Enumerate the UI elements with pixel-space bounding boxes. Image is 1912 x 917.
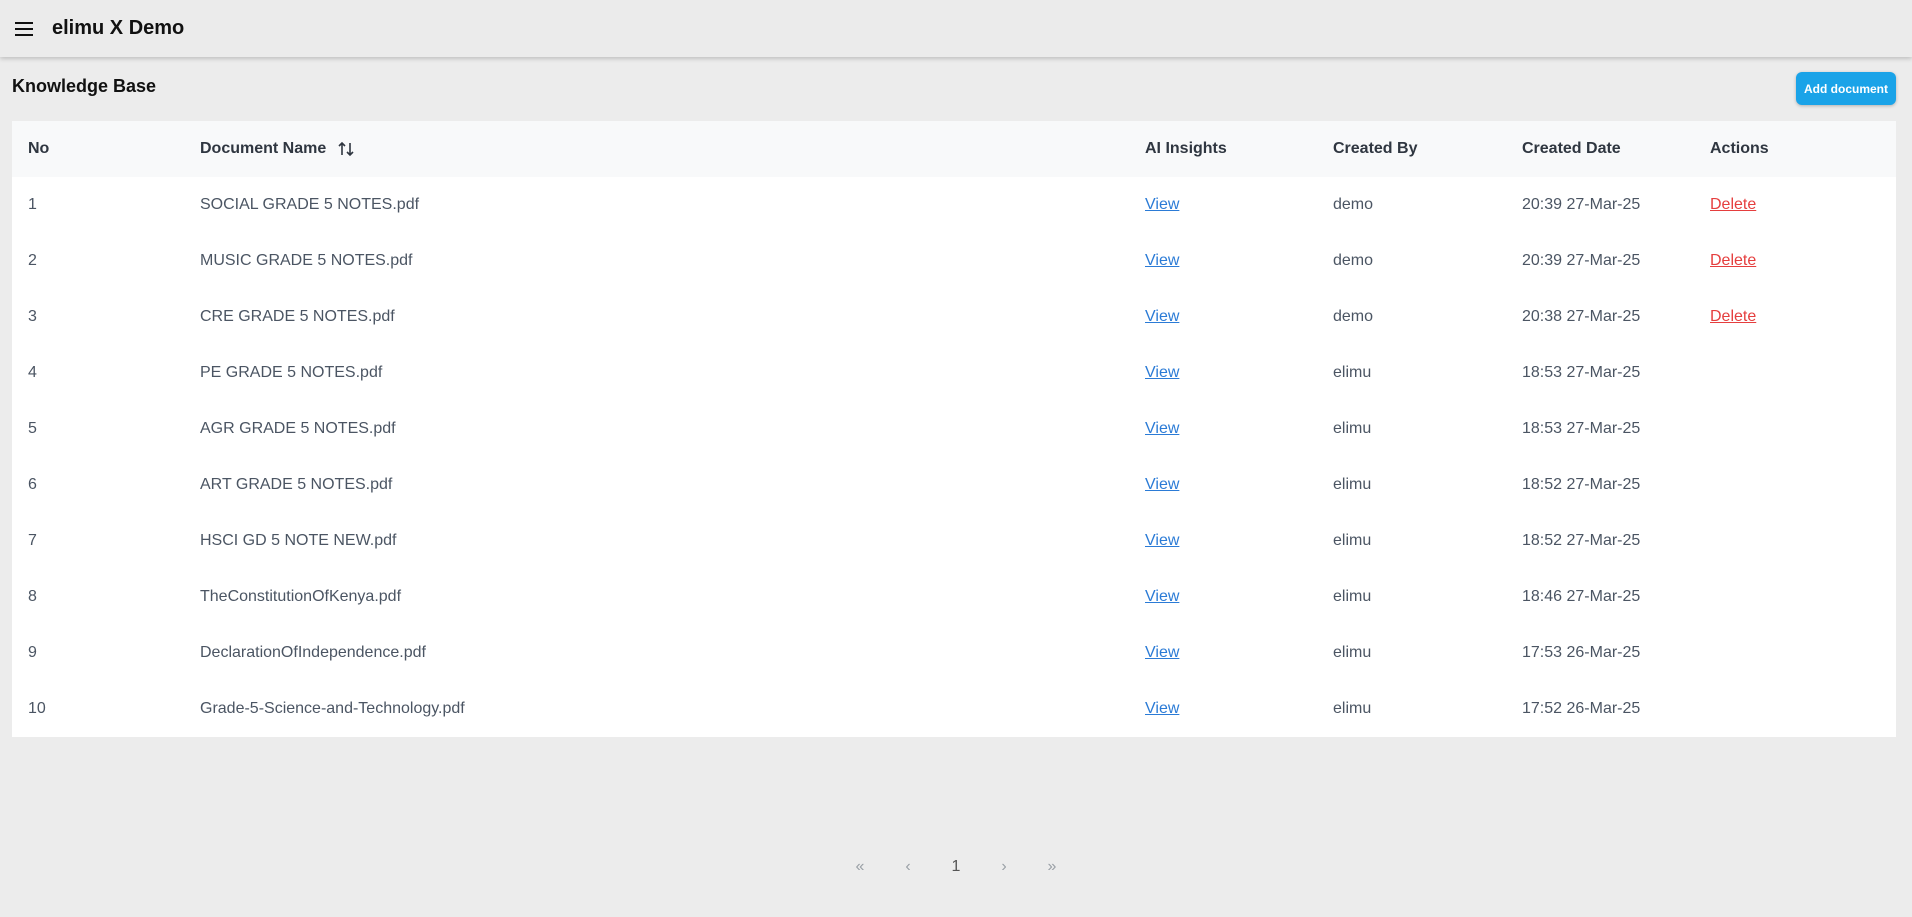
cell-created-by: demo	[1333, 252, 1374, 269]
cell-created-by: elimu	[1333, 476, 1372, 493]
cell-actions	[1694, 345, 1896, 401]
cell-document-name: HSCI GD 5 NOTE NEW.pdf	[200, 532, 397, 549]
cell-created-date: 18:52 27-Mar-25	[1522, 476, 1641, 493]
cell-no: 7	[28, 532, 37, 549]
cell-created-by: elimu	[1333, 700, 1372, 717]
cell-created-date: 18:53 27-Mar-25	[1522, 420, 1641, 437]
cell-created-date: 17:52 26-Mar-25	[1522, 700, 1641, 717]
documents-table: No Document Name AI Insights Created By …	[12, 121, 1896, 737]
cell-created-date: 18:46 27-Mar-25	[1522, 588, 1641, 605]
first-page-icon[interactable]: «	[836, 858, 884, 876]
delete-link[interactable]: Delete	[1710, 196, 1756, 213]
cell-created-by: elimu	[1333, 420, 1372, 437]
add-document-button[interactable]: Add document	[1796, 72, 1896, 105]
cell-created-date: 20:39 27-Mar-25	[1522, 252, 1641, 269]
table-row: 8 TheConstitutionOfKenya.pdf View elimu …	[12, 569, 1896, 625]
table-row: 4 PE GRADE 5 NOTES.pdf View elimu 18:53 …	[12, 345, 1896, 401]
table-row: 3 CRE GRADE 5 NOTES.pdf View demo 20:38 …	[12, 289, 1896, 345]
cell-actions	[1694, 681, 1896, 737]
previous-page-icon[interactable]: ‹	[884, 858, 932, 876]
cell-no: 3	[28, 308, 37, 325]
cell-created-by: elimu	[1333, 364, 1372, 381]
last-page-icon[interactable]: »	[1028, 858, 1076, 876]
cell-actions	[1694, 625, 1896, 681]
sort-icon[interactable]	[337, 140, 355, 158]
cell-document-name: AGR GRADE 5 NOTES.pdf	[200, 420, 396, 437]
delete-link[interactable]: Delete	[1710, 308, 1756, 325]
table-row: 7 HSCI GD 5 NOTE NEW.pdf View elimu 18:5…	[12, 513, 1896, 569]
cell-created-by: elimu	[1333, 532, 1372, 549]
cell-document-name: PE GRADE 5 NOTES.pdf	[200, 364, 383, 381]
cell-created-date: 20:39 27-Mar-25	[1522, 196, 1641, 213]
delete-link[interactable]: Delete	[1710, 252, 1756, 269]
view-insights-link[interactable]: View	[1145, 196, 1179, 213]
table-header-row: No Document Name AI Insights Created By …	[12, 121, 1896, 177]
top-app-bar: elimu X Demo	[0, 0, 1912, 57]
cell-created-by: elimu	[1333, 644, 1372, 661]
table-row: 10 Grade-5-Science-and-Technology.pdf Vi…	[12, 681, 1896, 737]
cell-document-name: MUSIC GRADE 5 NOTES.pdf	[200, 252, 413, 269]
table-body: 1 SOCIAL GRADE 5 NOTES.pdf View demo 20:…	[12, 177, 1896, 737]
cell-created-date: 17:53 26-Mar-25	[1522, 644, 1641, 661]
next-page-icon[interactable]: ›	[980, 858, 1028, 876]
cell-actions	[1694, 513, 1896, 569]
cell-document-name: Grade-5-Science-and-Technology.pdf	[200, 700, 465, 717]
cell-actions	[1694, 457, 1896, 513]
column-header-created-date: Created Date	[1522, 140, 1621, 157]
column-header-document-name[interactable]: Document Name	[184, 121, 1129, 177]
cell-no: 5	[28, 420, 37, 437]
cell-no: 6	[28, 476, 37, 493]
cell-no: 10	[28, 700, 46, 717]
cell-document-name: DeclarationOfIndependence.pdf	[200, 644, 426, 661]
view-insights-link[interactable]: View	[1145, 644, 1179, 661]
pagination: « ‹ 1 › »	[0, 858, 1912, 876]
cell-created-by: elimu	[1333, 588, 1372, 605]
menu-icon[interactable]	[12, 17, 36, 41]
cell-no: 2	[28, 252, 37, 269]
view-insights-link[interactable]: View	[1145, 420, 1179, 437]
cell-no: 9	[28, 644, 37, 661]
column-header-ai-insights: AI Insights	[1145, 140, 1227, 157]
cell-no: 8	[28, 588, 37, 605]
cell-created-date: 18:52 27-Mar-25	[1522, 532, 1641, 549]
page-title: Knowledge Base	[12, 76, 157, 96]
cell-document-name: SOCIAL GRADE 5 NOTES.pdf	[200, 196, 420, 213]
cell-no: 4	[28, 364, 37, 381]
view-insights-link[interactable]: View	[1145, 700, 1179, 717]
table-row: 6 ART GRADE 5 NOTES.pdf View elimu 18:52…	[12, 457, 1896, 513]
column-header-actions: Actions	[1710, 140, 1769, 157]
view-insights-link[interactable]: View	[1145, 252, 1179, 269]
cell-document-name: CRE GRADE 5 NOTES.pdf	[200, 308, 395, 325]
cell-no: 1	[28, 196, 37, 213]
cell-created-date: 18:53 27-Mar-25	[1522, 364, 1641, 381]
view-insights-link[interactable]: View	[1145, 532, 1179, 549]
column-header-label: Document Name	[200, 140, 327, 158]
cell-actions	[1694, 401, 1896, 457]
view-insights-link[interactable]: View	[1145, 476, 1179, 493]
cell-document-name: TheConstitutionOfKenya.pdf	[200, 588, 402, 605]
column-header-created-by: Created By	[1333, 140, 1418, 157]
view-insights-link[interactable]: View	[1145, 588, 1179, 605]
column-header-no: No	[28, 140, 50, 157]
cell-created-by: demo	[1333, 308, 1374, 325]
cell-created-date: 20:38 27-Mar-25	[1522, 308, 1641, 325]
current-page-number[interactable]: 1	[932, 858, 980, 876]
table-row: 1 SOCIAL GRADE 5 NOTES.pdf View demo 20:…	[12, 177, 1896, 233]
view-insights-link[interactable]: View	[1145, 308, 1179, 325]
table-row: 5 AGR GRADE 5 NOTES.pdf View elimu 18:53…	[12, 401, 1896, 457]
cell-actions	[1694, 569, 1896, 625]
app-title: elimu X Demo	[52, 17, 185, 39]
cell-created-by: demo	[1333, 196, 1374, 213]
table-row: 9 DeclarationOfIndependence.pdf View eli…	[12, 625, 1896, 681]
cell-document-name: ART GRADE 5 NOTES.pdf	[200, 476, 393, 493]
view-insights-link[interactable]: View	[1145, 364, 1179, 381]
table-row: 2 MUSIC GRADE 5 NOTES.pdf View demo 20:3…	[12, 233, 1896, 289]
